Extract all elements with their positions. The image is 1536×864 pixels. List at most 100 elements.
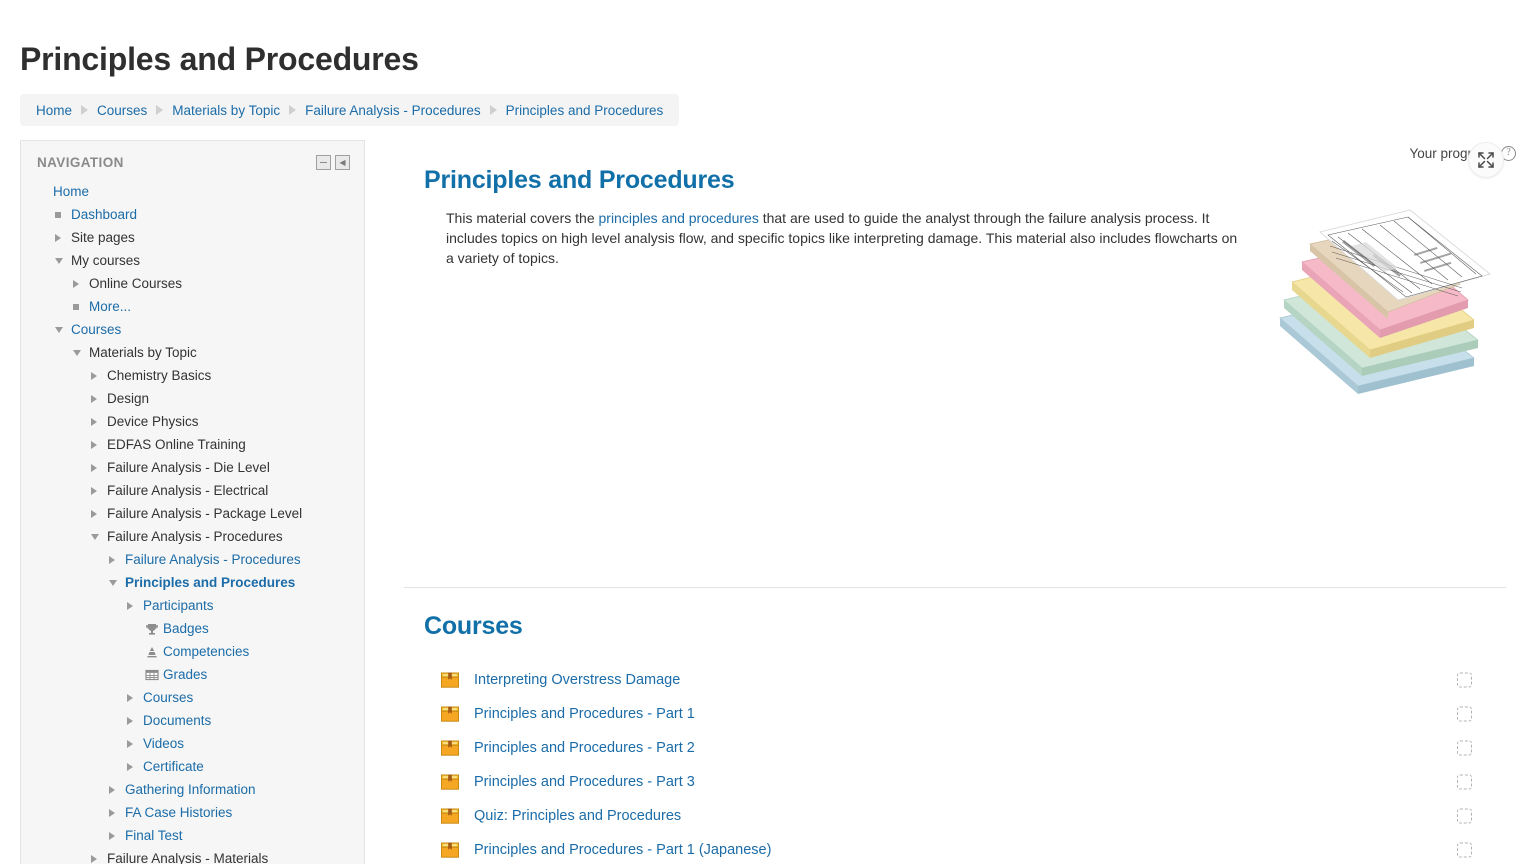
collapse-triangle-icon[interactable]	[55, 326, 71, 333]
activity-link[interactable]: Principles and Procedures - Part 3	[474, 774, 695, 790]
collapse-triangle-icon[interactable]	[109, 579, 125, 586]
expand-triangle-icon[interactable]	[109, 831, 125, 840]
breadcrumb-item[interactable]: Principles and Procedures	[506, 103, 664, 118]
sidebar-item-label[interactable]: Dashboard	[71, 207, 137, 222]
sidebar-item-failure-analysis-package-level: Failure Analysis - Package Level	[37, 502, 364, 525]
activity-link[interactable]: Principles and Procedures - Part 2	[474, 740, 695, 756]
sidebar-item-gathering-information[interactable]: Gathering Information	[37, 778, 364, 801]
sidebar-item-courses[interactable]: Courses	[37, 686, 364, 709]
activity-link[interactable]: Principles and Procedures - Part 1 (Japa…	[474, 842, 771, 858]
completion-checkbox[interactable]	[1457, 774, 1472, 790]
expand-triangle-icon[interactable]	[91, 371, 107, 380]
sidebar-item-final-test[interactable]: Final Test	[37, 824, 364, 847]
expand-triangle-icon[interactable]	[91, 417, 107, 426]
sidebar-item-courses[interactable]: Courses	[37, 318, 364, 341]
sidebar-item-dashboard[interactable]: Dashboard	[37, 203, 364, 226]
sidebar-item-failure-analysis-procedures: Failure Analysis - Procedures	[37, 525, 364, 548]
sidebar-item-label[interactable]: FA Case Histories	[125, 805, 232, 820]
main-content: Your progress ? Principles and Procedure…	[400, 140, 1520, 864]
intro-before: This material covers the	[446, 210, 599, 226]
breadcrumb-separator-icon	[289, 105, 297, 115]
expand-triangle-icon[interactable]	[127, 601, 143, 610]
expand-triangle-icon[interactable]	[91, 463, 107, 472]
sidebar-item-label: Failure Analysis - Die Level	[107, 460, 270, 475]
breadcrumb-item[interactable]: Materials by Topic	[172, 103, 280, 118]
activity-link[interactable]: Quiz: Principles and Procedures	[474, 808, 681, 824]
sidebar-item-certificate[interactable]: Certificate	[37, 755, 364, 778]
completion-checkbox[interactable]	[1457, 672, 1472, 688]
expand-triangle-icon[interactable]	[127, 762, 143, 771]
sidebar-item-label[interactable]: Participants	[143, 598, 214, 613]
sidebar-item-label[interactable]: Grades	[163, 667, 207, 682]
principles-and-procedures-link[interactable]: principles and procedures	[599, 210, 759, 226]
sidebar-item-edfas-online-training: EDFAS Online Training	[37, 433, 364, 456]
breadcrumb-item[interactable]: Failure Analysis - Procedures	[305, 103, 481, 118]
sidebar-item-participants[interactable]: Participants	[37, 594, 364, 617]
carbonless-copy-forms-image	[1262, 188, 1502, 410]
activity-link[interactable]: Interpreting Overstress Damage	[474, 672, 680, 688]
completion-checkbox[interactable]	[1457, 706, 1472, 722]
sidebar-item-label: Design	[107, 391, 150, 406]
expand-triangle-icon[interactable]	[91, 854, 107, 863]
sidebar-item-label[interactable]: Courses	[71, 322, 121, 337]
sidebar-item-fa-case-histories[interactable]: FA Case Histories	[37, 801, 364, 824]
sidebar-item-label[interactable]: Courses	[143, 690, 193, 705]
sidebar-item-label: Failure Analysis - Package Level	[107, 506, 303, 521]
sidebar-item-label[interactable]: Failure Analysis - Procedures	[125, 552, 301, 567]
sidebar-item-label[interactable]: Competencies	[163, 644, 249, 659]
sidebar-item-videos[interactable]: Videos	[37, 732, 364, 755]
expand-triangle-icon[interactable]	[91, 394, 107, 403]
collapse-triangle-icon[interactable]	[73, 349, 89, 356]
book-icon	[440, 772, 460, 792]
sidebar-item-label[interactable]: Final Test	[125, 828, 183, 843]
sidebar-item-label[interactable]: Documents	[143, 713, 211, 728]
sidebar-item-failure-analysis-procedures[interactable]: Failure Analysis - Procedures	[37, 548, 364, 571]
collapse-block-icon[interactable]	[316, 155, 331, 170]
sidebar-item-more[interactable]: More...	[37, 295, 364, 318]
completion-checkbox[interactable]	[1457, 842, 1472, 858]
sidebar-item-label[interactable]: Gathering Information	[125, 782, 256, 797]
book-icon	[440, 806, 460, 826]
sidebar-item-badges[interactable]: Badges	[37, 617, 364, 640]
expand-triangle-icon[interactable]	[91, 486, 107, 495]
completion-checkbox[interactable]	[1457, 740, 1472, 756]
breadcrumb-item[interactable]: Home	[36, 103, 72, 118]
sidebar-item-label[interactable]: Certificate	[143, 759, 204, 774]
activity-item: Principles and Procedures - Part 1 (Japa…	[400, 833, 1520, 864]
collapse-triangle-icon[interactable]	[55, 257, 71, 264]
collapse-triangle-icon[interactable]	[91, 533, 107, 540]
sidebar-item-label[interactable]: More...	[89, 299, 131, 314]
expand-triangle-icon[interactable]	[109, 785, 125, 794]
breadcrumb-item[interactable]: Courses	[97, 103, 147, 118]
sidebar-item-principles-and-procedures[interactable]: Principles and Procedures	[37, 571, 364, 594]
progress-row: Your progress ?	[400, 140, 1520, 166]
sidebar-item-label[interactable]: Videos	[143, 736, 184, 751]
sidebar-item-label: Device Physics	[107, 414, 199, 429]
completion-checkbox[interactable]	[1457, 808, 1472, 824]
expand-triangle-icon[interactable]	[127, 693, 143, 702]
sidebar-item-online-courses: Online Courses	[37, 272, 364, 295]
sidebar-item-label[interactable]: Badges	[163, 621, 209, 636]
sidebar-item-device-physics: Device Physics	[37, 410, 364, 433]
sidebar-item-label: Failure Analysis - Procedures	[107, 529, 283, 544]
expand-triangle-icon[interactable]	[109, 808, 125, 817]
fullscreen-expand-button[interactable]	[1468, 142, 1504, 178]
expand-triangle-icon[interactable]	[91, 509, 107, 518]
sidebar-item-home[interactable]: Home	[37, 180, 364, 203]
dock-block-icon[interactable]: ◀	[335, 155, 350, 170]
expand-triangle-icon[interactable]	[127, 739, 143, 748]
sidebar-item-competencies[interactable]: Competencies	[37, 640, 364, 663]
sidebar-item-documents[interactable]: Documents	[37, 709, 364, 732]
sidebar-item-label[interactable]: Home	[53, 184, 89, 199]
expand-triangle-icon[interactable]	[91, 440, 107, 449]
expand-triangle-icon[interactable]	[127, 716, 143, 725]
sidebar-item-label[interactable]: Principles and Procedures	[125, 575, 295, 590]
expand-triangle-icon[interactable]	[73, 279, 89, 288]
activity-link[interactable]: Principles and Procedures - Part 1	[474, 706, 695, 722]
expand-triangle-icon[interactable]	[109, 555, 125, 564]
sidebar-item-grades[interactable]: Grades	[37, 663, 364, 686]
breadcrumb: Home Courses Materials by Topic Failure Ana…	[20, 94, 680, 126]
expand-triangle-icon[interactable]	[55, 233, 71, 242]
book-icon	[440, 670, 460, 690]
sidebar-item-my-courses: My courses	[37, 249, 364, 272]
